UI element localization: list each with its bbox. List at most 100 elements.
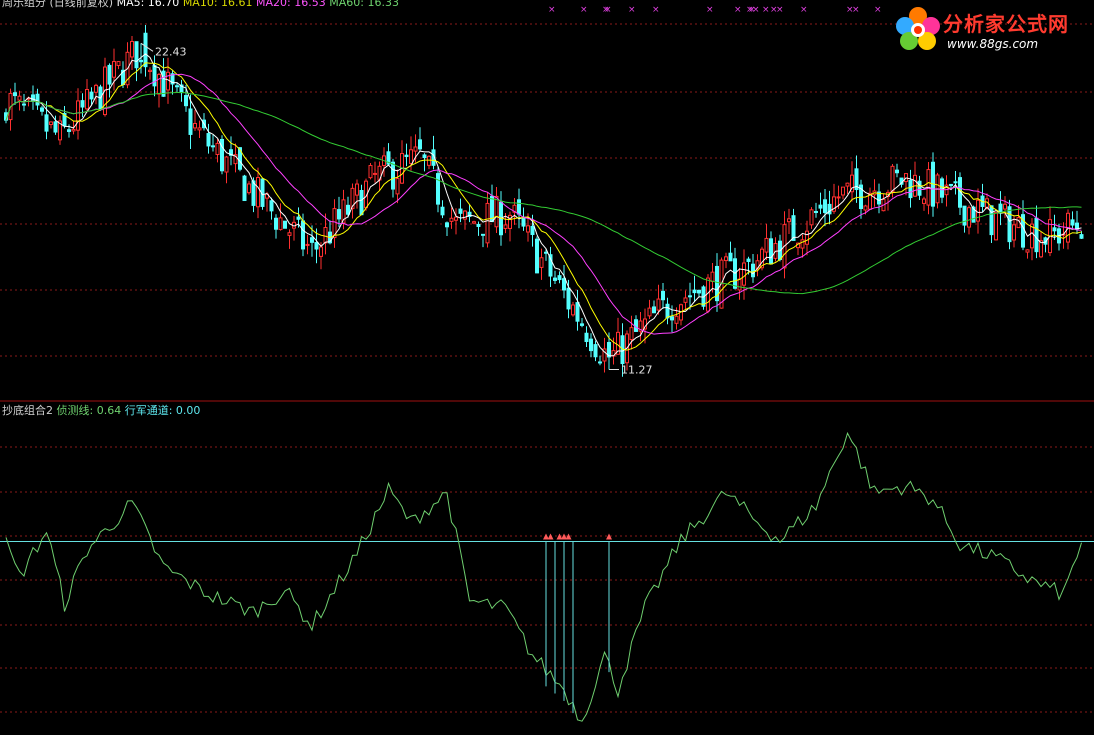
signal-marker: × [874, 5, 882, 15]
candle-body [440, 206, 445, 216]
candle-body [22, 103, 26, 106]
candle-body [823, 199, 827, 213]
channel-label: 行军通道: 0.00 [124, 404, 201, 417]
candle-body [539, 257, 544, 268]
candle-body [485, 202, 490, 244]
candle-body [269, 200, 274, 212]
candle-body [251, 180, 256, 206]
candle-body [35, 93, 40, 106]
candle-body [346, 204, 350, 215]
candle-body [184, 95, 188, 107]
candle-body [530, 225, 535, 235]
candle-body [413, 146, 418, 152]
candle-body [80, 100, 85, 108]
signal-marker: × [652, 5, 660, 15]
flower-logo-icon [896, 7, 940, 50]
ma10-line [5, 62, 1082, 351]
candle-body [134, 41, 139, 69]
candle-body [1003, 203, 1007, 210]
stock-title: 周乐组分 (日线前复权) [2, 0, 114, 9]
candle-body [67, 129, 71, 132]
candle-body [305, 243, 310, 246]
candle-body [130, 41, 134, 58]
candle-body [517, 199, 521, 215]
candle-body [409, 149, 413, 164]
candle-body [1052, 227, 1057, 232]
candle-body [674, 315, 679, 324]
candle-body [188, 108, 193, 135]
candle-body [710, 271, 715, 282]
detect-line-label: 侦测线: 0.64 [56, 404, 122, 417]
signal-marker: × [548, 5, 556, 15]
candle-body [647, 307, 652, 317]
candle-body [494, 195, 499, 228]
candle-body [242, 175, 247, 202]
candle-body [445, 222, 449, 228]
candle-body [836, 196, 841, 199]
candle-body [571, 304, 575, 316]
candle-body [562, 278, 566, 291]
candle-body [31, 94, 35, 102]
signal-marker: × [706, 5, 714, 15]
candle-body [962, 205, 967, 226]
high-price-label: 22.43 [155, 45, 187, 58]
candle-body [166, 71, 170, 91]
candle-body [989, 205, 994, 236]
signal-marker: × [776, 5, 784, 15]
candle-body [256, 177, 260, 208]
site-logo: 分析家公式网 www.88gs.com [893, 4, 1088, 54]
candle-body [1079, 234, 1084, 239]
candle-body [53, 121, 58, 133]
candle-body [427, 155, 431, 166]
candle-body [301, 220, 305, 250]
candle-body [89, 91, 94, 100]
candle-body [890, 165, 895, 192]
candle-body [418, 139, 422, 150]
candle-body [845, 182, 850, 187]
candle-body [535, 238, 539, 274]
indicator-name: 抄底组合2 [2, 404, 53, 417]
candle-body [274, 217, 278, 230]
ma60-label: MA60: 16.33 [329, 0, 399, 9]
candle-body [863, 205, 868, 211]
signal-marker: × [580, 5, 588, 15]
candle-body [224, 156, 229, 173]
candle-body [476, 223, 481, 227]
candle-body [215, 142, 220, 156]
candle-body [17, 95, 22, 101]
candle-body [688, 295, 692, 298]
logo-url: www.88gs.com [947, 37, 1039, 51]
candle-body [139, 59, 143, 63]
signal-marker: × [800, 5, 808, 15]
candle-body [544, 251, 548, 254]
candle-body [337, 209, 341, 220]
candle-body [598, 361, 602, 364]
candle-body [661, 290, 665, 301]
candle-body [112, 61, 116, 78]
candle-body [526, 225, 530, 233]
candle-body [71, 128, 76, 132]
signal-marker: × [852, 5, 860, 15]
candle-body [175, 85, 179, 88]
candle-body [319, 246, 323, 257]
candle-body [157, 73, 161, 95]
candle-body [314, 242, 319, 250]
candle-body [818, 204, 823, 209]
candle-body [458, 208, 463, 214]
candle-body [49, 121, 53, 125]
candle-body [206, 133, 211, 147]
candle-body [13, 92, 17, 97]
ma10-label: MA10: 16.61 [182, 0, 253, 9]
candle-body [841, 186, 845, 196]
candle-body [107, 64, 112, 85]
candle-body [805, 230, 809, 245]
candle-body [454, 216, 458, 221]
candle-body [800, 239, 805, 249]
candle-body [472, 221, 476, 224]
candle-body [580, 323, 584, 326]
candle-body [697, 289, 701, 294]
candle-body [656, 298, 661, 311]
logo-title: 分析家公式网 [943, 12, 1069, 36]
candle-body [211, 145, 215, 148]
candle-body [728, 252, 733, 262]
